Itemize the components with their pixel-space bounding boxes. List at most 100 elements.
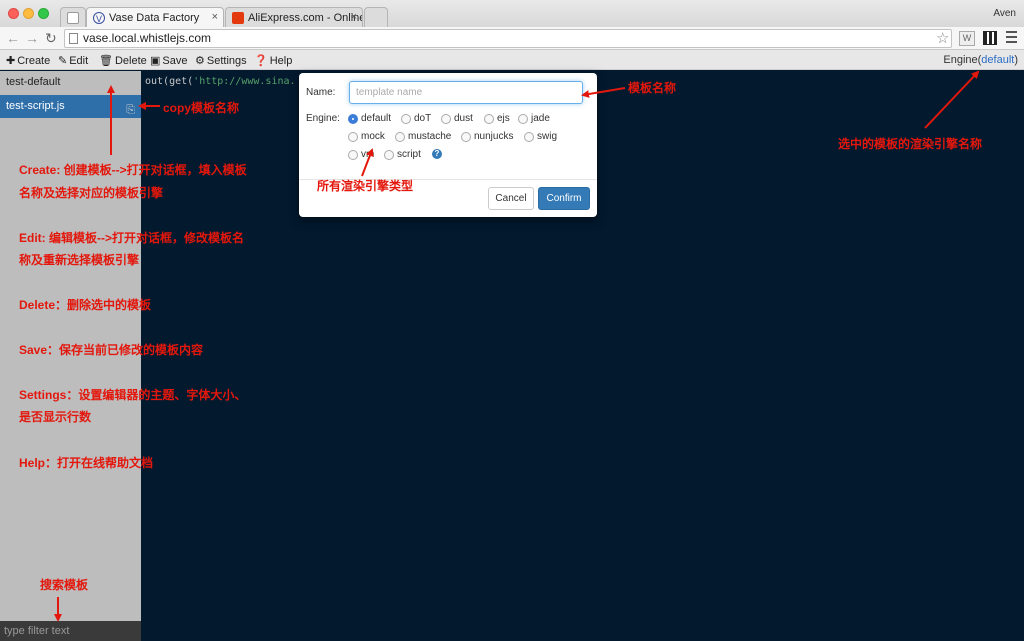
edit-icon: ✎ — [58, 55, 68, 67]
cancel-button[interactable]: Cancel — [488, 187, 534, 210]
annotation-delete: Delete：删除选中的模板 — [19, 298, 152, 312]
radio-dot — [461, 131, 471, 142]
window-zoom-button[interactable] — [38, 8, 49, 19]
url-text: vase.local.whistlejs.com — [83, 31, 212, 45]
list-item[interactable]: test-script.js ⎘ — [0, 95, 141, 118]
radio-dot — [518, 113, 528, 124]
edit-button[interactable]: ✎ Edit — [58, 54, 89, 68]
annotation-help: Help：打开在线帮助文档 — [19, 456, 154, 470]
code-line: out(get('http://www.sina. — [145, 76, 296, 87]
radio-dot — [348, 131, 358, 142]
filter-input[interactable] — [0, 621, 141, 641]
delete-label: Delete — [114, 54, 147, 67]
radio-label: ejs — [497, 113, 510, 124]
create-label: Create — [17, 54, 51, 67]
browser-user-name[interactable]: Aven — [993, 8, 1016, 19]
browser-menu-icon[interactable] — [1006, 31, 1017, 44]
tab-label: Vase Data Factory — [109, 11, 200, 24]
help-icon: ❓ — [254, 55, 268, 67]
engine-radio-default[interactable]: default — [348, 113, 391, 124]
create-button[interactable]: ✚ Create — [6, 54, 51, 68]
engine-help-icon[interactable]: ? — [432, 149, 442, 159]
save-icon: ▣ — [150, 55, 161, 67]
engine-label: Engine: — [306, 113, 340, 124]
engine-radio-ejs[interactable]: ejs — [484, 113, 510, 124]
copy-icon[interactable]: ⎘ — [126, 99, 135, 122]
trash-icon: 🗑 — [99, 55, 113, 67]
forward-arrow-icon[interactable]: → — [25, 30, 39, 46]
bookmark-star-icon[interactable]: ☆ — [936, 29, 949, 47]
help-label: Help — [269, 54, 293, 67]
window-close-button[interactable] — [8, 8, 19, 19]
annotation-selected-engine: 选中的模板的渲染引擎名称 — [838, 137, 983, 151]
radio-label: jade — [531, 113, 550, 124]
engine-radio-vm[interactable]: vm — [348, 149, 374, 160]
engine-suffix: ) — [1014, 54, 1018, 66]
radio-dot — [348, 149, 358, 160]
annotation-search: 搜索模板 — [40, 578, 89, 592]
help-button[interactable]: ❓ Help — [254, 54, 293, 68]
app-toolbar: ✚ Create ✎ Edit 🗑 Delete ▣ Save ⚙ Settin… — [0, 50, 1024, 70]
template-name: test-script.js — [6, 100, 65, 112]
radio-dot — [441, 113, 451, 124]
engine-radio-mock[interactable]: mock — [348, 131, 385, 142]
engine-radio-dot[interactable]: doT — [401, 113, 431, 124]
window-minimize-button[interactable] — [23, 8, 34, 19]
gear-icon: ⚙ — [195, 55, 205, 67]
radio-label: swig — [537, 131, 558, 142]
save-label: Save — [162, 54, 188, 67]
engine-radio-mustache[interactable]: mustache — [395, 131, 451, 142]
tab-aliexpress[interactable]: AliExpress.com - Online Sh × — [225, 7, 363, 27]
annotation-settings-2: 是否显示行数 — [19, 410, 92, 424]
template-name-input[interactable] — [349, 81, 583, 104]
radio-dot — [395, 131, 405, 142]
annotation-edit-1: Edit: 编辑模板-->打开对话框，修改模板名 — [19, 231, 244, 245]
annotation-edit-2: 称及重新选择模板引擎 — [19, 253, 140, 267]
radio-dot — [484, 113, 494, 124]
page-icon — [69, 33, 78, 44]
qr-code-icon[interactable] — [983, 31, 997, 45]
engine-value: default — [981, 54, 1015, 66]
radio-label: dust — [454, 113, 473, 124]
radio-dot — [524, 131, 534, 142]
tab-vase-data-factory[interactable]: V Vase Data Factory × — [86, 7, 224, 27]
extension-w-icon[interactable]: W — [959, 31, 975, 46]
engine-radio-jade[interactable]: jade — [518, 113, 550, 124]
radio-label: script — [397, 149, 421, 160]
engine-radio-script[interactable]: script — [384, 149, 421, 160]
radio-dot — [401, 113, 411, 124]
name-label: Name: — [306, 87, 336, 98]
radio-dot — [384, 149, 394, 160]
radio-label: nunjucks — [474, 131, 514, 142]
back-arrow-icon[interactable]: ← — [6, 30, 20, 46]
page-icon — [67, 11, 79, 24]
engine-radio-nunjucks[interactable]: nunjucks — [461, 131, 513, 142]
delete-button[interactable]: 🗑 Delete — [99, 54, 147, 68]
address-bar-row: ← → ↻ vase.local.whistlejs.com ☆ W — [0, 27, 1024, 50]
settings-label: Settings — [206, 54, 247, 67]
vase-favicon-icon: V — [93, 11, 105, 24]
tab-close-icon[interactable]: × — [212, 11, 218, 23]
tab-close-icon[interactable]: × — [351, 11, 357, 23]
settings-button[interactable]: ⚙ Settings — [195, 54, 247, 68]
annotation-settings-1: Settings：设置编辑器的主题、字体大小、 — [19, 388, 247, 402]
url-input[interactable]: vase.local.whistlejs.com — [64, 29, 952, 48]
radio-label: mustache — [408, 131, 452, 142]
radio-label: vm — [361, 149, 375, 160]
engine-radio-swig[interactable]: swig — [524, 131, 557, 142]
tab-label: AliExpress.com - Online Sh — [248, 11, 363, 24]
new-tab-button[interactable] — [364, 7, 388, 27]
save-button[interactable]: ▣ Save — [150, 54, 188, 68]
tab-blank[interactable] — [60, 7, 86, 27]
radio-label: doT — [414, 113, 432, 124]
aliexpress-favicon-icon — [232, 11, 244, 24]
template-name: test-default — [6, 76, 61, 88]
engine-radio-dust[interactable]: dust — [441, 113, 473, 124]
annotation-template-name: 模板名称 — [628, 81, 677, 95]
code-text: out(get( — [145, 76, 194, 87]
edit-label: Edit — [69, 54, 89, 67]
confirm-button[interactable]: Confirm — [538, 187, 590, 210]
list-item[interactable]: test-default — [0, 71, 141, 94]
reload-icon[interactable]: ↻ — [45, 30, 57, 47]
annotation-save: Save：保存当前已修改的模板内容 — [19, 343, 204, 357]
